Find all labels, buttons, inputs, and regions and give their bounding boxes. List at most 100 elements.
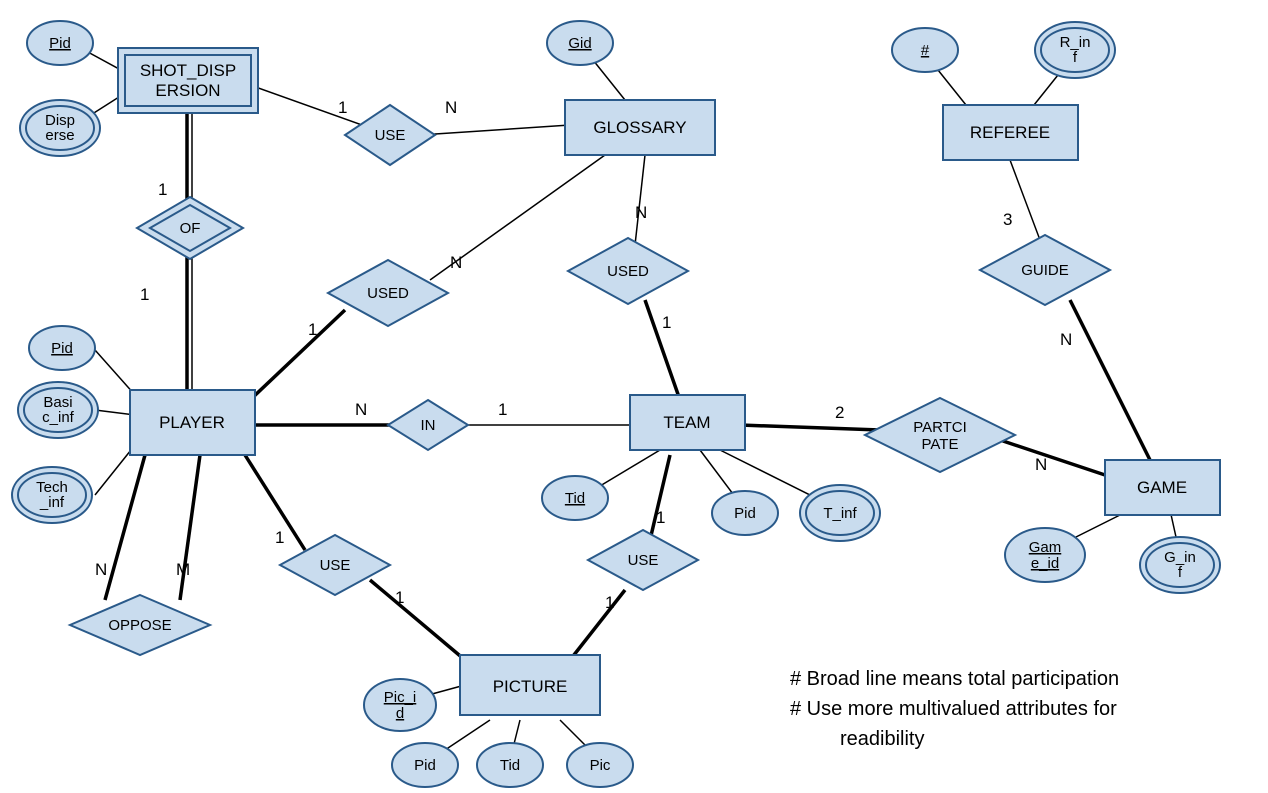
card: N	[635, 203, 647, 222]
attr-sd-disperse: Disp erse	[20, 100, 100, 156]
edge-total	[250, 310, 345, 400]
svg-text:OPPOSE: OPPOSE	[108, 617, 171, 634]
rel-used-pl-gl: USED	[328, 260, 448, 326]
svg-text:Gam: Gam	[1029, 539, 1062, 556]
edge	[95, 350, 135, 395]
card: 1	[275, 528, 284, 547]
card: N	[445, 98, 457, 117]
rel-use-tm-pic: USE	[588, 530, 698, 590]
edge-total	[570, 590, 625, 660]
svg-text:SHOT_DISP: SHOT_DISP	[140, 61, 236, 80]
note-line-1: # Broad line means total participation	[790, 668, 1119, 690]
attr-gm-ginf: G_in f	[1140, 537, 1220, 593]
attr-gm-id: Gam e_id	[1005, 528, 1085, 582]
attr-pic-pic: Pic	[567, 743, 633, 787]
card: 1	[308, 320, 317, 339]
rel-used-gl-tm: USED	[568, 238, 688, 304]
entity-team: TEAM	[630, 395, 745, 450]
svg-text:Pid: Pid	[414, 757, 436, 774]
rel-oppose: OPPOSE	[70, 595, 210, 655]
card: 1	[140, 285, 149, 304]
entity-referee: REFEREE	[943, 105, 1078, 160]
svg-text:erse: erse	[45, 127, 74, 144]
svg-text:USE: USE	[375, 127, 406, 144]
card: N	[1035, 455, 1047, 474]
rel-participate: PARTCI PATE	[865, 398, 1015, 472]
svg-text:ERSION: ERSION	[155, 81, 220, 100]
svg-text:USED: USED	[367, 285, 409, 302]
attr-pic-tid: Tid	[477, 743, 543, 787]
entity-glossary: GLOSSARY	[565, 100, 715, 155]
rel-in: IN	[388, 400, 468, 450]
svg-text:PARTCI: PARTCI	[913, 419, 967, 436]
card: 1	[395, 588, 404, 607]
svg-text:Tid: Tid	[565, 490, 585, 507]
entity-picture: PICTURE	[460, 655, 600, 715]
attr-pic-id: Pic_i d	[364, 679, 436, 731]
svg-text:REFEREE: REFEREE	[970, 123, 1050, 142]
edge	[420, 125, 570, 135]
attr-gl-gid: Gid	[547, 21, 613, 65]
edge-total	[105, 455, 145, 600]
attr-tm-tid: Tid	[542, 476, 608, 520]
svg-text:OF: OF	[180, 220, 201, 237]
attr-pic-pid: Pid	[392, 743, 458, 787]
attr-ref-num: #	[892, 28, 958, 72]
svg-text:T_inf: T_inf	[823, 505, 857, 522]
svg-text:PATE: PATE	[922, 436, 959, 453]
svg-text:Gid: Gid	[568, 35, 591, 52]
entity-game: GAME	[1105, 460, 1220, 515]
svg-text:_inf: _inf	[39, 494, 65, 511]
svg-text:#: #	[921, 42, 930, 59]
edge-total	[1000, 440, 1105, 475]
edge-total	[1070, 300, 1150, 460]
er-diagram: SHOT_DISP ERSION GLOSSARY REFEREE PLAYER…	[0, 0, 1268, 793]
card: M	[176, 560, 190, 579]
svg-text:Pid: Pid	[51, 340, 73, 357]
rel-of: OF	[137, 197, 243, 259]
note-line-2: # Use more multivalued attributes for	[790, 698, 1117, 720]
edge-total	[370, 580, 465, 660]
svg-text:Pic: Pic	[590, 757, 611, 774]
svg-text:Tid: Tid	[500, 757, 520, 774]
card: 3	[1003, 210, 1012, 229]
attr-tm-tinf: T_inf	[800, 485, 880, 541]
card: N	[1060, 330, 1072, 349]
rel-use-sd-gl: USE	[345, 105, 435, 165]
svg-text:Pid: Pid	[734, 505, 756, 522]
card: N	[450, 253, 462, 272]
svg-text:GAME: GAME	[1137, 478, 1187, 497]
card: 1	[158, 180, 167, 199]
card: 1	[605, 593, 614, 612]
svg-text:USE: USE	[628, 552, 659, 569]
card: N	[355, 400, 367, 419]
attr-pl-tech: Tech _inf	[12, 467, 92, 523]
edge-total	[740, 425, 880, 430]
attr-ref-rinf: R_in f	[1035, 22, 1115, 78]
edge	[635, 155, 645, 245]
entity-player: PLAYER	[130, 390, 255, 455]
svg-text:GLOSSARY: GLOSSARY	[593, 118, 686, 137]
svg-text:c_inf: c_inf	[42, 409, 75, 426]
card: N	[95, 560, 107, 579]
edge	[1010, 160, 1040, 240]
entity-shot-dispersion: SHOT_DISP ERSION	[118, 48, 258, 113]
note-line-3: readibility	[840, 728, 924, 750]
svg-text:USED: USED	[607, 263, 649, 280]
card: 1	[662, 313, 671, 332]
svg-text:e_id: e_id	[1031, 555, 1059, 572]
card: 2	[835, 403, 844, 422]
svg-text:Pid: Pid	[49, 35, 71, 52]
svg-text:IN: IN	[421, 417, 436, 434]
svg-text:d: d	[396, 705, 404, 722]
svg-text:PICTURE: PICTURE	[493, 677, 568, 696]
rel-use-pl-pic: USE	[280, 535, 390, 595]
svg-text:Pic_i: Pic_i	[384, 689, 417, 706]
card: 1	[498, 400, 507, 419]
svg-text:TEAM: TEAM	[663, 413, 710, 432]
attr-tm-pid: Pid	[712, 491, 778, 535]
attr-pl-basic: Basi c_inf	[18, 382, 98, 438]
svg-text:GUIDE: GUIDE	[1021, 262, 1069, 279]
card: 1	[656, 508, 665, 527]
card: 1	[338, 98, 347, 117]
